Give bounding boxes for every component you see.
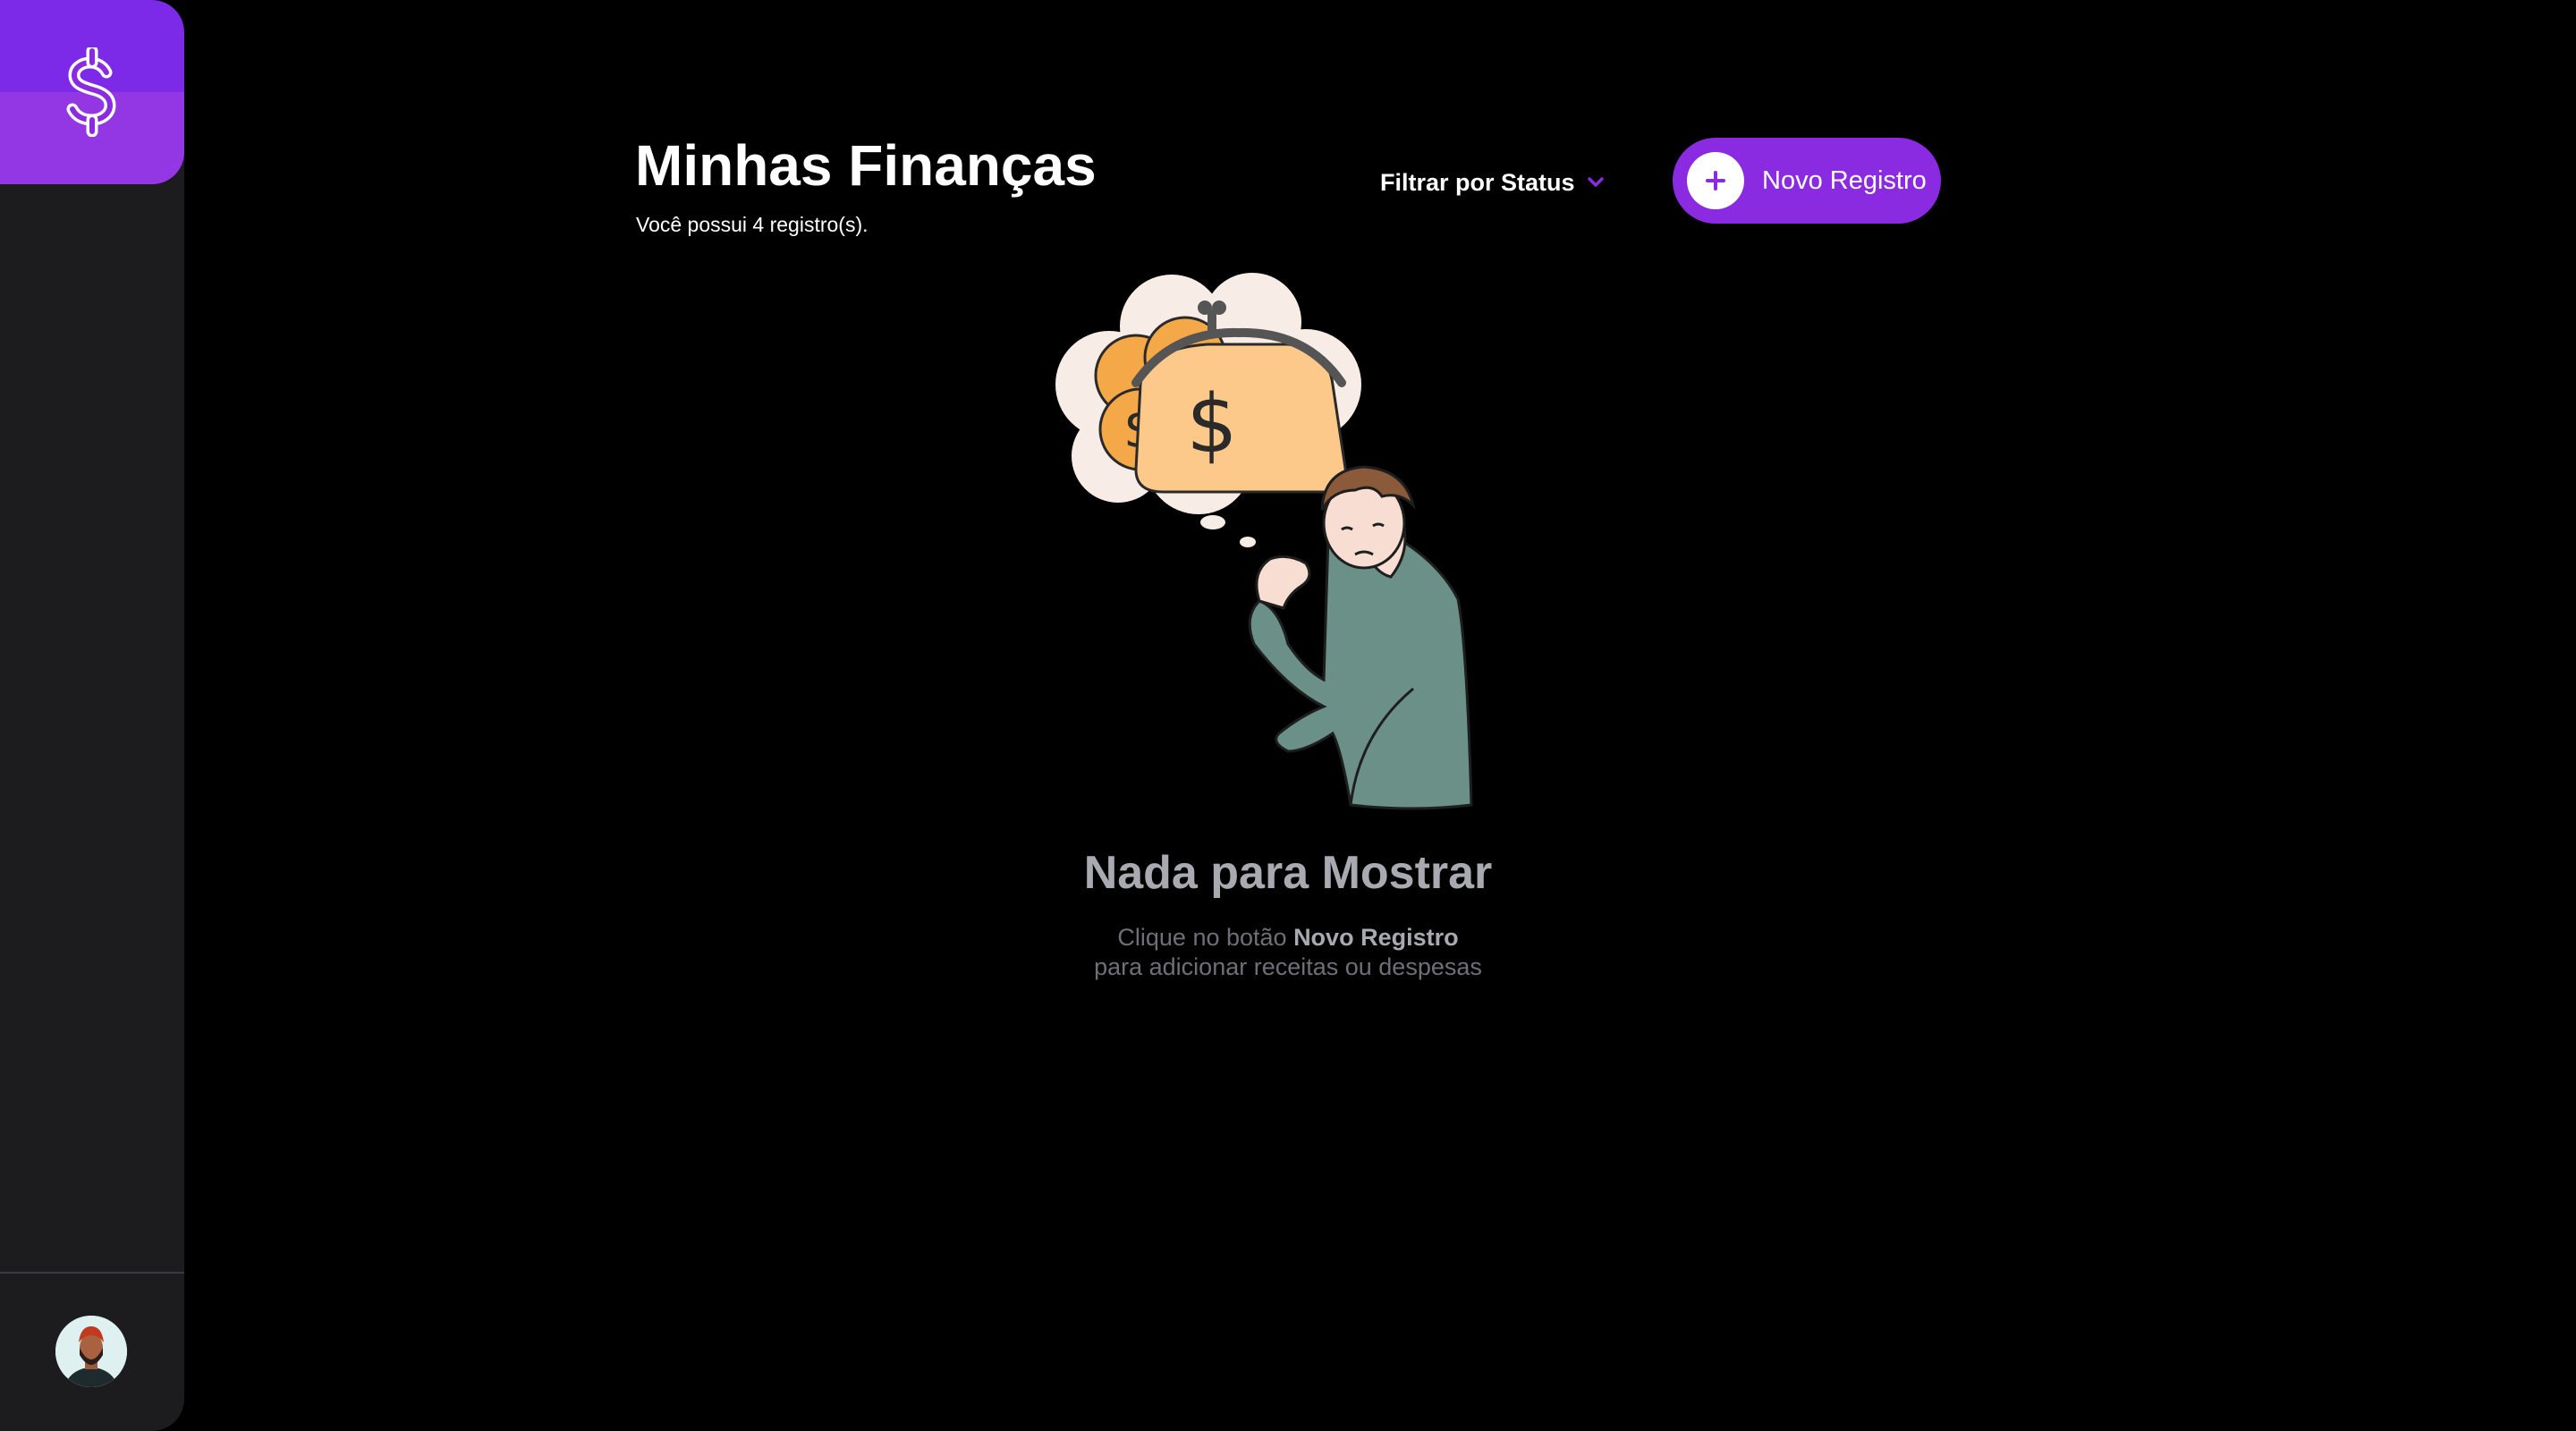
empty-state-line-1-prefix: Clique no botão — [1117, 924, 1294, 951]
sidebar — [0, 0, 184, 1431]
sidebar-divider — [0, 1272, 184, 1274]
dollar-sign-icon — [66, 47, 116, 137]
worried-man-thinking-about-money-illustration: $ $ — [1055, 273, 1473, 810]
page-title: Minhas Finanças — [635, 133, 1097, 198]
empty-state-title: Nada para Mostrar — [1083, 847, 1493, 899]
app-logo[interactable] — [0, 0, 184, 184]
avatar-image — [55, 1316, 127, 1387]
user-avatar[interactable] — [55, 1316, 127, 1387]
new-record-button-label: Novo Registro — [1762, 166, 1927, 195]
plus-circle — [1687, 152, 1744, 209]
empty-state-line-1: Clique no botão Novo Registro — [1020, 923, 1556, 953]
empty-state-line-2: para adicionar receitas ou despesas — [1094, 953, 1482, 980]
plus-icon — [1706, 171, 1725, 191]
status-filter-label: Filtrar por Status — [1380, 168, 1575, 196]
status-filter-dropdown[interactable]: Filtrar por Status — [1380, 165, 1604, 200]
chevron-down-icon — [1587, 177, 1604, 187]
new-record-button[interactable]: Novo Registro — [1673, 138, 1941, 224]
empty-state-button-reference: Novo Registro — [1293, 924, 1459, 951]
empty-state-description: Clique no botão Novo Registro para adici… — [1020, 923, 1556, 982]
worried-man — [1248, 465, 1473, 810]
svg-text:$: $ — [1186, 377, 1237, 471]
records-count: Você possui 4 registro(s). — [636, 213, 869, 236]
